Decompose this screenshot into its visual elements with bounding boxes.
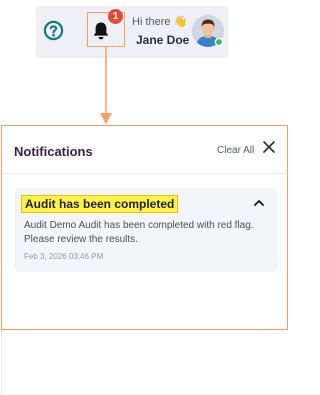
close-icon[interactable] — [262, 140, 276, 154]
panel-title: Notifications — [14, 144, 93, 159]
chevron-up-icon[interactable] — [253, 198, 265, 208]
clear-all-button[interactable]: Clear All — [217, 145, 254, 156]
notification-item[interactable]: Audit has been completed Audit Demo Audi… — [14, 188, 278, 272]
divider — [2, 173, 286, 174]
help-circle-icon[interactable] — [43, 20, 64, 41]
notification-timestamp: Feb 3, 2026 03:46 PM — [24, 252, 104, 261]
screen: 1 Hi there 👋 Jane Doe Notifications Clea… — [0, 0, 289, 395]
notification-body: Audit Demo Audit has been completed with… — [24, 220, 254, 245]
waving-hand-icon: 👋 — [173, 16, 188, 28]
avatar[interactable] — [191, 14, 225, 48]
online-status-dot — [214, 37, 224, 47]
bell-icon — [93, 22, 109, 40]
notification-title: Audit has been completed — [21, 195, 179, 213]
greeting-label: Hi there — [132, 16, 171, 28]
notification-count-badge: 1 — [108, 9, 123, 24]
greeting-text: Hi there 👋 — [132, 15, 187, 28]
notifications-panel: Notifications Clear All Audit has been c… — [1, 125, 288, 330]
panel-edge — [1, 330, 2, 395]
user-name: Jane Doe — [136, 33, 190, 47]
